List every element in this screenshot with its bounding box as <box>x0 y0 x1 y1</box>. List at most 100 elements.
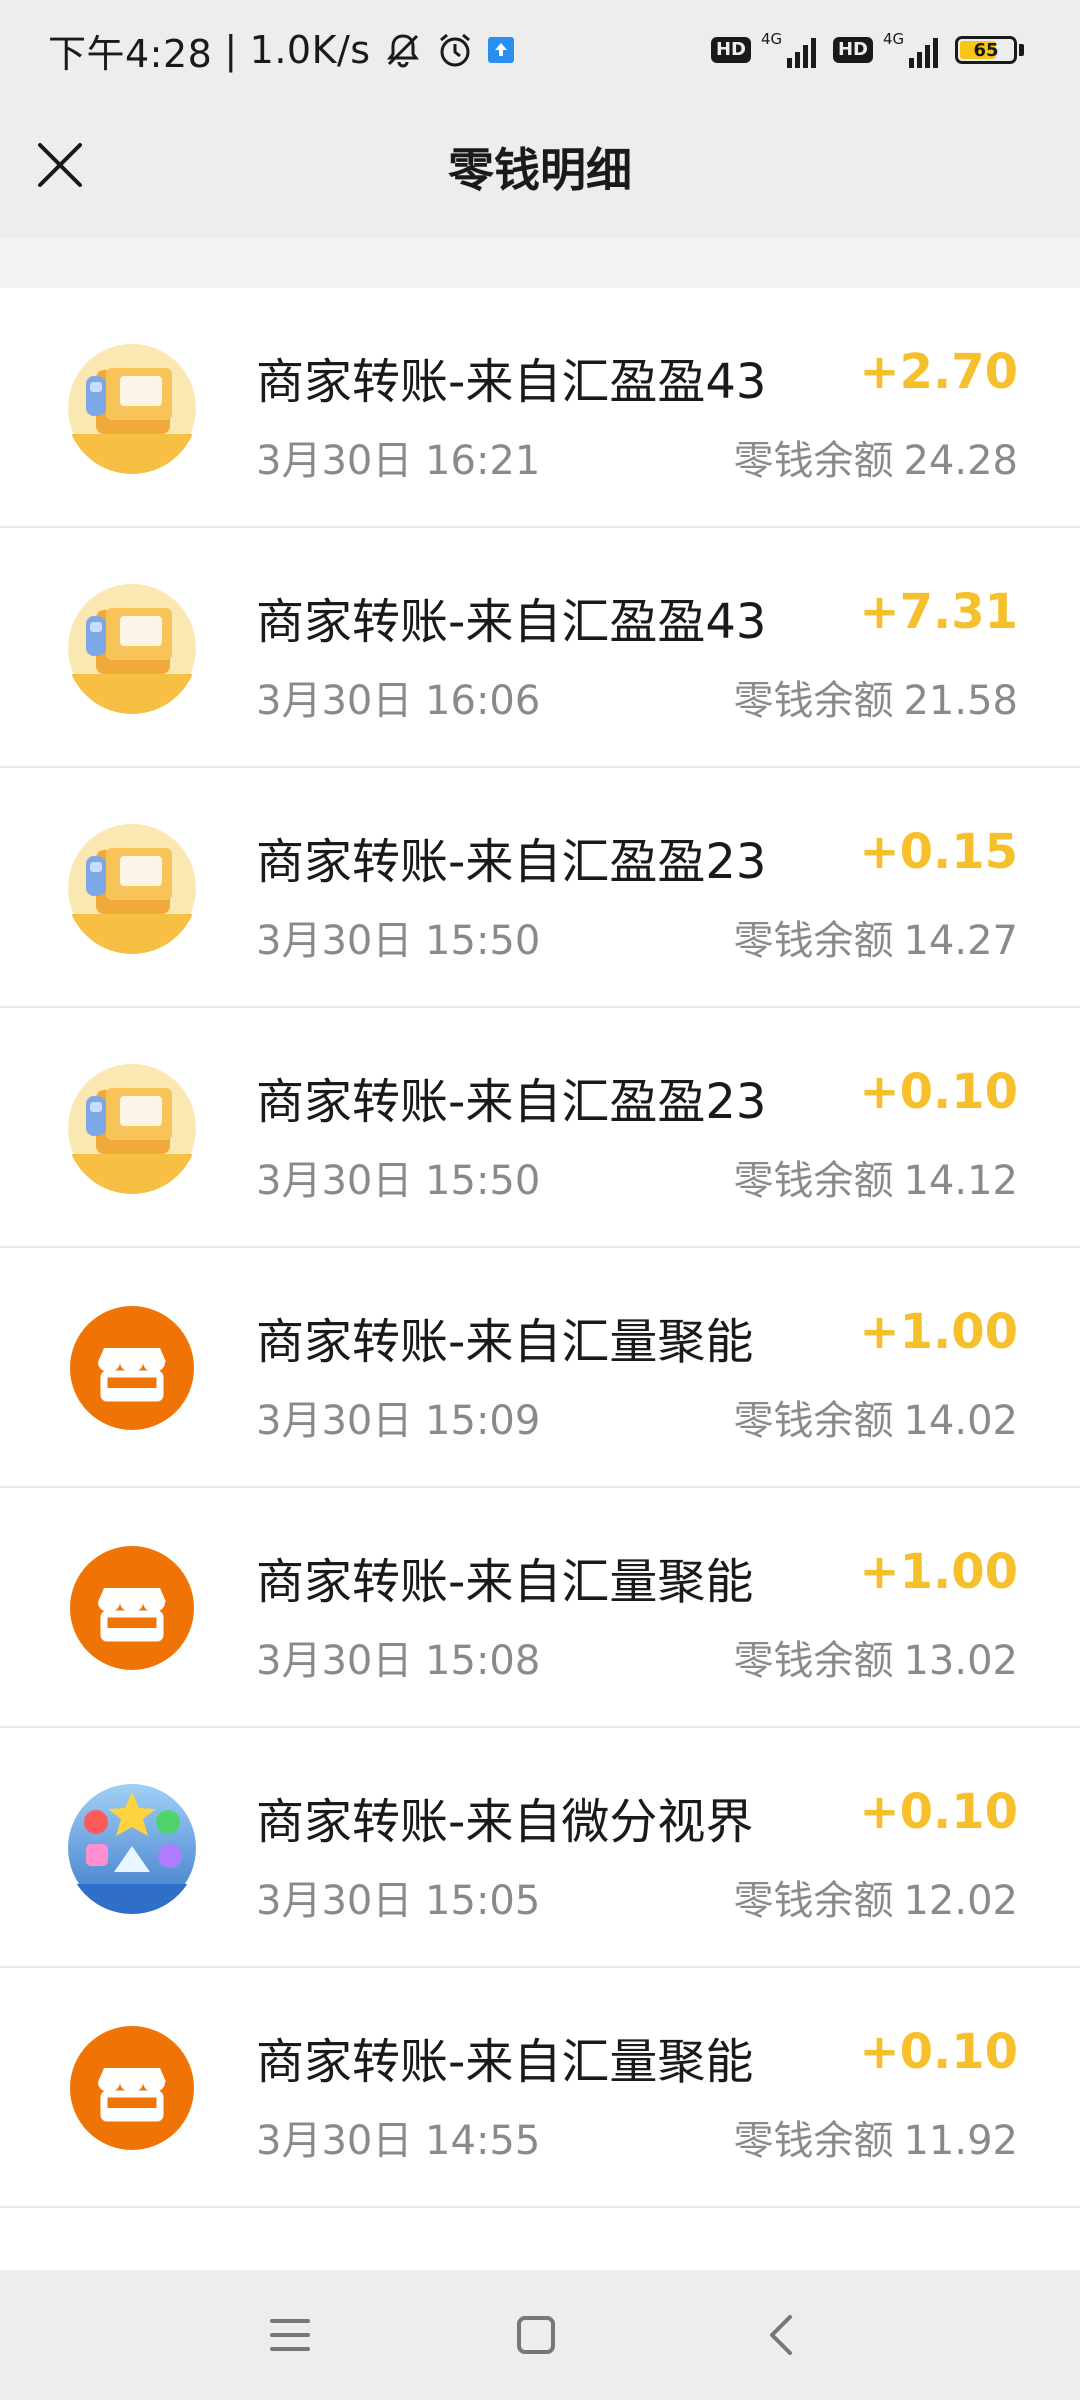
transaction-amount: +0.10 <box>859 2024 1018 2080</box>
avatar <box>66 822 198 954</box>
balance-value: 13.02 <box>903 1638 1018 1684</box>
status-left: 下午4:28 | 1.0K/s <box>48 24 515 76</box>
transaction-name: 商家转账-来自微分视界 <box>256 1794 754 1850</box>
transaction-name: 商家转账-来自汇盈盈23 <box>256 834 767 890</box>
balance-label: 零钱余额 <box>733 1638 894 1684</box>
transaction-balance: 零钱余额 11.92 <box>733 2108 1018 2166</box>
transaction-balance: 零钱余额 14.12 <box>733 1148 1018 1206</box>
avatar <box>66 342 198 474</box>
transaction-amount: +1.00 <box>859 1304 1018 1360</box>
transaction-list[interactable]: 商家转账-来自汇盈盈43 +2.70 3月30日 16:21 零钱余额 24.28… <box>0 288 1080 2270</box>
ice-match-game-logo <box>66 1784 198 1914</box>
transaction-name: 商家转账-来自汇盈盈43 <box>256 354 767 410</box>
status-time: 下午4:28 <box>48 31 213 76</box>
header-divider <box>0 238 1080 288</box>
quiz-king-logo <box>68 824 196 954</box>
status-separator: | <box>224 28 238 72</box>
upload-notification-icon <box>487 36 515 64</box>
balance-label: 零钱余额 <box>733 1158 894 1204</box>
balance-label: 零钱余额 <box>733 918 894 964</box>
transaction-time: 3月30日 14:55 <box>256 2118 541 2164</box>
home-icon[interactable] <box>514 2313 558 2357</box>
transaction-row-5[interactable]: 商家转账-来自汇量聚能 +1.00 3月30日 15:09 零钱余额 14.02 <box>0 1248 1080 1488</box>
avatar <box>66 1782 198 1914</box>
signal-icon-2: 4G <box>883 30 945 70</box>
balance-label: 零钱余额 <box>733 1398 894 1444</box>
menu-icon[interactable] <box>268 2315 312 2355</box>
signal-icon: 4G <box>761 30 823 70</box>
transaction-balance: 零钱余额 21.58 <box>733 668 1018 726</box>
transaction-time: 3月30日 16:06 <box>256 678 541 724</box>
transaction-time: 3月30日 15:50 <box>256 1158 541 1204</box>
status-bar: 下午4:28 | 1.0K/s HD 4G HD 4G 65 <box>0 0 1080 100</box>
store-icon <box>70 1546 194 1670</box>
balance-value: 14.12 <box>903 1158 1018 1204</box>
transaction-row-8[interactable]: 商家转账-来自汇量聚能 +0.10 3月30日 14:55 零钱余额 11.92 <box>0 1968 1080 2208</box>
balance-value: 24.28 <box>903 438 1018 484</box>
menu-button[interactable] <box>250 2302 330 2368</box>
transaction-balance: 零钱余额 13.02 <box>733 1628 1018 1686</box>
transaction-name: 商家转账-来自汇量聚能 <box>256 1554 754 1610</box>
battery-level: 65 <box>973 39 999 61</box>
balance-label: 零钱余额 <box>733 678 894 724</box>
transaction-balance: 零钱余额 14.27 <box>733 908 1018 966</box>
transaction-row-4[interactable]: 商家转账-来自汇盈盈23 +0.10 3月30日 15:50 零钱余额 14.12 <box>0 1008 1080 1248</box>
battery-icon: 65 <box>955 36 1017 64</box>
avatar <box>66 1302 198 1434</box>
transaction-name: 商家转账-来自汇盈盈23 <box>256 1074 767 1130</box>
hd-badge-1: HD <box>710 37 751 63</box>
transaction-amount: +0.10 <box>859 1784 1018 1840</box>
balance-value: 11.92 <box>903 2118 1018 2164</box>
store-icon <box>70 1306 194 1430</box>
transaction-row-7[interactable]: 商家转账-来自微分视界 +0.10 3月30日 15:05 零钱余额 12.02 <box>0 1728 1080 1968</box>
transaction-row-6[interactable]: 商家转账-来自汇量聚能 +1.00 3月30日 15:08 零钱余额 13.02 <box>0 1488 1080 1728</box>
avatar <box>66 2022 198 2154</box>
page-title: 零钱明细 <box>448 143 632 197</box>
transaction-time: 3月30日 16:21 <box>256 438 541 484</box>
header: 零钱明细 <box>0 100 1080 238</box>
back-button[interactable] <box>742 2302 822 2368</box>
balance-value: 21.58 <box>903 678 1018 724</box>
home-button[interactable] <box>496 2302 576 2368</box>
transaction-amount: +1.00 <box>859 1544 1018 1600</box>
transaction-time: 3月30日 15:08 <box>256 1638 541 1684</box>
alarm-icon <box>435 30 475 70</box>
transaction-balance: 零钱余额 24.28 <box>733 428 1018 486</box>
transaction-amount: +7.31 <box>859 584 1018 640</box>
status-net-speed: 1.0K/s <box>249 28 371 72</box>
transaction-name: 商家转账-来自汇量聚能 <box>256 2034 754 2090</box>
svg-text:4G: 4G <box>883 30 904 48</box>
network-label-1: 4G <box>761 30 782 48</box>
transaction-balance: 零钱余额 14.02 <box>733 1388 1018 1446</box>
transaction-time: 3月30日 15:05 <box>256 1878 541 1924</box>
transaction-name: 商家转账-来自汇量聚能 <box>256 1314 754 1370</box>
avatar <box>66 582 198 714</box>
hd-badge-2: HD <box>832 37 873 63</box>
transaction-time: 3月30日 15:09 <box>256 1398 541 1444</box>
transaction-amount: +0.10 <box>859 1064 1018 1120</box>
transaction-row-2[interactable]: 商家转账-来自汇盈盈43 +7.31 3月30日 16:06 零钱余额 21.58 <box>0 528 1080 768</box>
mute-bell-icon <box>383 30 423 70</box>
balance-label: 零钱余额 <box>733 2118 894 2164</box>
balance-value: 14.02 <box>903 1398 1018 1444</box>
avatar <box>66 1542 198 1674</box>
quiz-king-logo <box>68 584 196 714</box>
quiz-king-logo <box>68 344 196 474</box>
navigation-bar <box>0 2270 1080 2400</box>
store-icon <box>70 2026 194 2150</box>
balance-label: 零钱余额 <box>733 1878 894 1924</box>
status-right: HD 4G HD 4G 65 <box>710 28 1024 72</box>
quiz-king-logo <box>68 1064 196 1194</box>
transaction-amount: +0.15 <box>859 824 1018 880</box>
transaction-time: 3月30日 15:50 <box>256 918 541 964</box>
back-icon[interactable] <box>764 2313 800 2357</box>
balance-value: 12.02 <box>903 1878 1018 1924</box>
balance-value: 14.27 <box>903 918 1018 964</box>
transaction-amount: +2.70 <box>859 344 1018 400</box>
avatar <box>66 1062 198 1194</box>
transaction-row-1[interactable]: 商家转账-来自汇盈盈43 +2.70 3月30日 16:21 零钱余额 24.28 <box>0 288 1080 528</box>
transaction-balance: 零钱余额 12.02 <box>733 1868 1018 1926</box>
battery-cap <box>1019 44 1024 56</box>
transaction-row-3[interactable]: 商家转账-来自汇盈盈23 +0.15 3月30日 15:50 零钱余额 14.27 <box>0 768 1080 1008</box>
transaction-name: 商家转账-来自汇盈盈43 <box>256 594 767 650</box>
